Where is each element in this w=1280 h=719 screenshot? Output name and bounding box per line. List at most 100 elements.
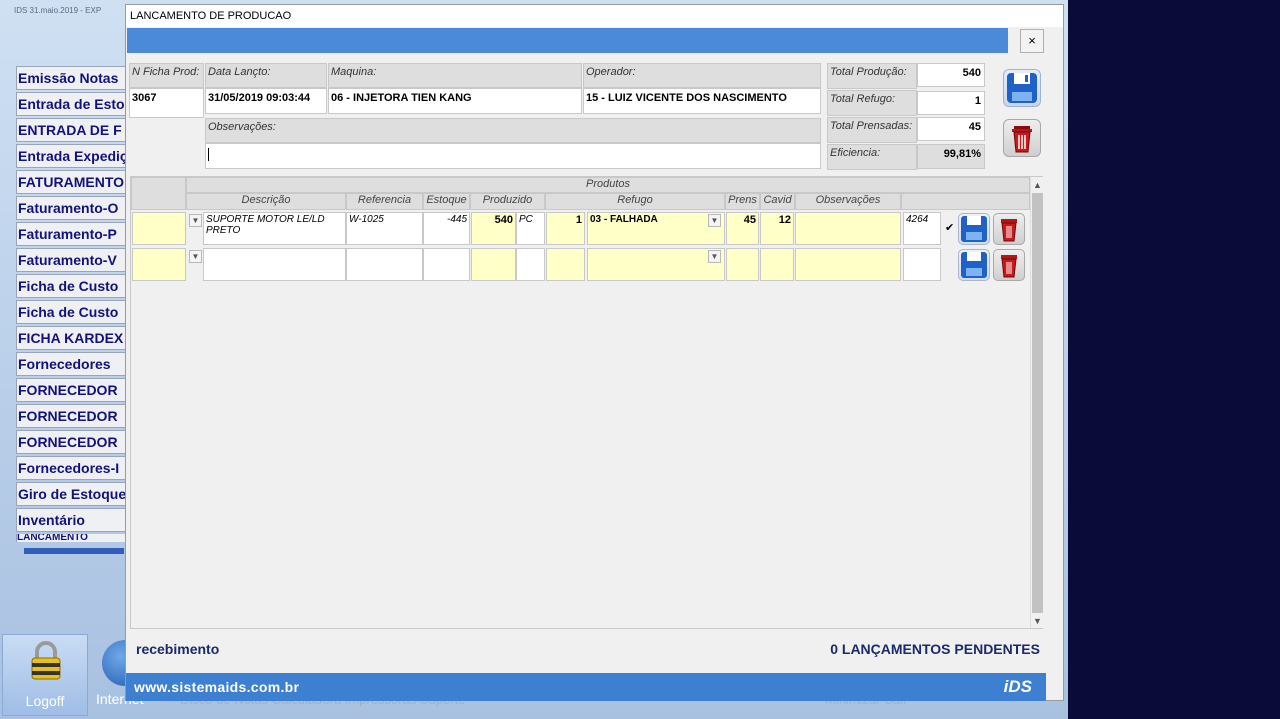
menu-item[interactable]: FORNECEDOR <box>16 430 128 454</box>
row1-produzido[interactable]: 540 <box>471 212 516 245</box>
eficiencia-value: 99,81% <box>917 144 985 169</box>
row1-refugo-qtd[interactable]: 1 <box>546 212 585 245</box>
eficiencia-label: Eficiencia: <box>827 144 917 170</box>
row2-refugo-motivo[interactable] <box>587 248 725 281</box>
scroll-down-icon[interactable]: ▼ <box>1031 614 1044 628</box>
row1-save-button[interactable] <box>958 213 990 245</box>
menu-item[interactable]: Faturamento-V <box>16 248 128 272</box>
delete-button[interactable] <box>1003 119 1041 157</box>
menu-item[interactable]: Entrada de Estoque <box>16 92 128 116</box>
menu-item-partial[interactable]: LANCAMENTO <box>16 534 128 542</box>
row2-codigo <box>903 248 941 281</box>
save-button[interactable] <box>1003 69 1041 107</box>
footer-url[interactable]: www.sistemaids.com.br <box>134 679 299 695</box>
obs-label: Observações: <box>205 118 821 143</box>
menu-item[interactable]: FORNECEDOR <box>16 378 128 402</box>
total-producao-value: 540 <box>917 63 985 87</box>
main-menu: Emissão NotasEntrada de EstoqueENTRADA D… <box>16 66 128 542</box>
col-referencia: Referencia <box>346 193 423 210</box>
total-refugo-label: Total Refugo: <box>827 90 917 116</box>
status-area: recebimento 0 LANÇAMENTOS PENDENTES <box>126 633 1063 671</box>
scroll-up-icon[interactable]: ▲ <box>1031 178 1044 192</box>
products-grid: Produtos Descrição Referencia Estoque Pr… <box>130 176 1044 629</box>
dropdown-arrow-icon[interactable]: ▼ <box>708 214 721 227</box>
menu-item[interactable]: FORNECEDOR <box>16 404 128 428</box>
ficha-field[interactable]: 3067 <box>129 88 204 118</box>
menu-item[interactable]: Giro de Estoque <box>16 482 128 506</box>
menu-item[interactable]: Faturamento-P <box>16 222 128 246</box>
col-refugo: Refugo <box>545 193 725 210</box>
desktop-title: IDS 31.maio.2019 - EXP <box>14 6 102 15</box>
row1-selector[interactable] <box>132 212 186 245</box>
menu-item[interactable]: FICHA KARDEX <box>16 326 128 350</box>
dialog-titlebar: LANCAMENTO DE PRODUCAO <box>126 5 1063 27</box>
menu-item[interactable]: ENTRADA DE F <box>16 118 128 142</box>
dropdown-arrow-icon[interactable]: ▼ <box>708 250 721 263</box>
menu-item[interactable]: Ficha de Custo <box>16 300 128 324</box>
menu-item[interactable]: Fornecedores <box>16 352 128 376</box>
obs-field[interactable] <box>205 143 821 169</box>
col-actions <box>901 193 1030 210</box>
row2-descricao[interactable] <box>203 248 346 281</box>
dropdown-arrow-icon[interactable]: ▼ <box>189 214 202 227</box>
logoff-button[interactable]: Logoff <box>2 634 88 716</box>
grid-group-header: Produtos <box>186 177 1030 193</box>
row1-descricao[interactable]: SUPORTE MOTOR LE/LD PRETO <box>203 212 346 245</box>
menu-item[interactable]: Faturamento-O <box>16 196 128 220</box>
row2-refugo-qtd[interactable] <box>546 248 585 281</box>
row1-cavid[interactable]: 12 <box>760 212 794 245</box>
trash-icon <box>1001 255 1017 278</box>
footer-bar: www.sistemaids.com.br iDS <box>126 673 1046 701</box>
total-refugo-value: 1 <box>917 91 985 115</box>
check-icon: ✔ <box>945 222 955 234</box>
col-estoque: Estoque <box>423 193 470 210</box>
close-button[interactable]: × <box>1020 29 1044 53</box>
grid-scrollbar[interactable]: ▲ ▼ <box>1030 177 1044 628</box>
status-left: recebimento <box>136 641 220 657</box>
row1-prens[interactable]: 45 <box>726 212 759 245</box>
row2-estoque <box>423 248 470 281</box>
row2-unidade <box>516 248 545 281</box>
col-produzido: Produzido <box>470 193 545 210</box>
ids-logo: iDS <box>1003 677 1032 696</box>
row1-codigo: 4264 <box>903 212 941 245</box>
operador-label: Operador: <box>583 63 821 88</box>
row2-selector[interactable] <box>132 248 186 281</box>
total-prensadas-value: 45 <box>917 117 985 141</box>
menu-item[interactable]: FATURAMENTO <box>16 170 128 194</box>
row2-referencia[interactable] <box>346 248 423 281</box>
col-descricao: Descrição <box>186 193 346 210</box>
menu-item[interactable]: Fornecedores-I <box>16 456 128 480</box>
row1-estoque: -445 <box>423 212 470 245</box>
ficha-label: N Ficha Prod: <box>129 63 204 88</box>
logoff-label: Logoff <box>25 693 65 709</box>
row2-cavid[interactable] <box>760 248 794 281</box>
data-field[interactable]: 31/05/2019 09:03:44 <box>205 88 327 114</box>
row1-observacoes[interactable] <box>795 212 901 245</box>
dropdown-arrow-icon[interactable]: ▼ <box>189 250 202 263</box>
menu-item[interactable]: Ficha de Custo <box>16 274 128 298</box>
operador-field[interactable]: 15 - LUIZ VICENTE DOS NASCIMENTO <box>583 88 821 114</box>
row2-prens[interactable] <box>726 248 759 281</box>
scroll-thumb[interactable] <box>1032 193 1043 613</box>
production-dialog: LANCAMENTO DE PRODUCAO × N Ficha Prod: 3… <box>125 4 1064 701</box>
row1-referencia[interactable]: W-1025 <box>346 212 423 245</box>
row2-save-button[interactable] <box>958 249 990 281</box>
menu-item[interactable]: Inventário <box>16 508 128 532</box>
menu-underline <box>24 548 124 554</box>
col-prens: Prens <box>725 193 760 210</box>
maquina-field[interactable]: 06 - INJETORA TIEN KANG <box>328 88 582 114</box>
menu-item[interactable]: Entrada Expedição <box>16 144 128 168</box>
row1-refugo-motivo[interactable]: 03 - FALHADA <box>587 212 725 245</box>
row1-unidade: PC <box>516 212 545 245</box>
row1-delete-button[interactable] <box>993 213 1025 245</box>
row2-produzido[interactable] <box>471 248 516 281</box>
row2-delete-button[interactable] <box>993 249 1025 281</box>
menu-item[interactable]: Emissão Notas <box>16 66 128 90</box>
grid-corner <box>131 177 186 210</box>
row2-observacoes[interactable] <box>795 248 901 281</box>
total-producao-label: Total Produção: <box>827 63 917 89</box>
col-observacoes: Observações <box>795 193 901 210</box>
dialog-title: LANCAMENTO DE PRODUCAO <box>130 10 292 22</box>
lock-icon <box>31 641 61 680</box>
